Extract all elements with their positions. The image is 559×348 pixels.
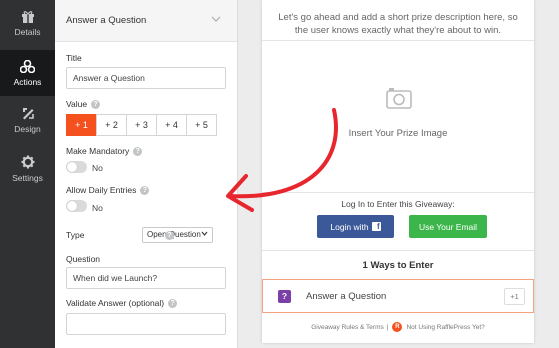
- help-icon[interactable]: ?: [168, 298, 178, 308]
- ways-to-enter-title: 1 Ways to Enter: [362, 260, 434, 271]
- giveaway-preview: Let's go ahead and add a short prize des…: [262, 0, 534, 343]
- login-facebook-label: Login with: [330, 221, 369, 232]
- value-option-2[interactable]: + 2: [96, 114, 127, 136]
- help-icon[interactable]: ?: [133, 146, 143, 156]
- preview-footer: Giveaway Rules & Terms | R Not Using Raf…: [262, 322, 534, 332]
- mandatory-toggle[interactable]: [66, 161, 87, 173]
- nav-label-settings: Settings: [12, 173, 43, 183]
- divider: [262, 192, 534, 193]
- login-prompt: Log In to Enter this Giveaway:: [341, 199, 455, 209]
- value-selector: + 1 + 2 + 3 + 4 + 5: [66, 114, 217, 136]
- daily-entries-toggle[interactable]: [66, 200, 87, 212]
- help-icon[interactable]: ?: [91, 99, 101, 109]
- value-label: Value?: [66, 99, 101, 109]
- prize-image-text: Insert Your Prize Image: [348, 128, 448, 139]
- chevron-down-icon: [201, 231, 208, 236]
- validate-label: Validate Answer (optional)?: [66, 298, 178, 308]
- rules-link[interactable]: Giveaway Rules & Terms: [311, 324, 384, 331]
- entry-points: +1: [504, 288, 525, 305]
- validate-label-text: Validate Answer (optional): [66, 298, 165, 308]
- footer-separator: |: [386, 323, 389, 331]
- action-settings-panel: Answer a Question Title Answer a Questio…: [55, 0, 238, 348]
- entry-title: Answer a Question: [306, 291, 387, 302]
- nav-label-design: Design: [14, 124, 41, 134]
- chevron-down-icon[interactable]: [211, 16, 221, 22]
- nav-item-details[interactable]: Details: [0, 0, 55, 46]
- design-icon: [22, 108, 34, 120]
- nav-label-actions: Actions: [13, 76, 42, 87]
- mandatory-label-text: Make Mandatory: [66, 146, 130, 156]
- prize-image-placeholder[interactable]: Insert Your Prize Image: [262, 40, 534, 192]
- nav-item-settings[interactable]: Settings: [0, 146, 55, 192]
- entry-item[interactable]: ? Answer a Question +1: [262, 279, 534, 313]
- type-select[interactable]: Open Question: [142, 227, 213, 243]
- nav-item-design[interactable]: Design: [0, 97, 55, 143]
- divider: [262, 250, 534, 251]
- title-label: Title: [66, 53, 82, 63]
- login-facebook-button[interactable]: Login with f: [317, 215, 394, 238]
- camera-icon: [386, 88, 412, 109]
- sidebar-nav: Details Actions Design Settings: [0, 0, 55, 348]
- value-option-4[interactable]: + 4: [156, 114, 187, 136]
- value-label-text: Value: [66, 99, 88, 109]
- value-option-1[interactable]: + 1: [66, 114, 97, 136]
- mandatory-label: Make Mandatory?: [66, 146, 143, 156]
- title-input[interactable]: Answer a Question: [66, 67, 226, 89]
- daily-entries-label-text: Allow Daily Entries: [66, 185, 137, 195]
- panel-header[interactable]: Answer a Question: [55, 0, 237, 42]
- type-label-text: Type: [66, 230, 85, 240]
- facebook-icon: f: [371, 222, 381, 231]
- question-label-text: Question: [66, 254, 101, 264]
- promo-link[interactable]: Not Using RafflePress Yet?: [406, 324, 484, 331]
- type-label: Type: [66, 230, 84, 240]
- gear-icon: [21, 155, 34, 169]
- question-icon: ?: [278, 290, 291, 303]
- value-option-3[interactable]: + 3: [126, 114, 157, 136]
- use-email-button[interactable]: Use Your Email: [409, 215, 487, 238]
- value-option-5[interactable]: + 5: [186, 114, 217, 136]
- question-input[interactable]: When did we Launch?: [66, 267, 226, 289]
- nav-label-details: Details: [14, 26, 41, 37]
- actions-icon: [20, 59, 35, 73]
- question-label: Question: [66, 254, 100, 264]
- gift-icon: [21, 10, 34, 23]
- help-icon[interactable]: ?: [165, 231, 174, 240]
- nav-item-actions[interactable]: Actions: [0, 50, 55, 96]
- mandatory-state: No: [92, 163, 103, 173]
- daily-entries-label: Allow Daily Entries?: [66, 185, 150, 195]
- rafflepress-logo-icon: R: [392, 322, 403, 332]
- help-icon[interactable]: ?: [140, 185, 150, 195]
- validate-input[interactable]: [66, 313, 226, 335]
- daily-entries-state: No: [92, 203, 103, 213]
- title-label-text: Title: [66, 53, 82, 63]
- prize-description: Let's go ahead and add a short prize des…: [278, 12, 518, 36]
- panel-title: Answer a Question: [66, 15, 147, 26]
